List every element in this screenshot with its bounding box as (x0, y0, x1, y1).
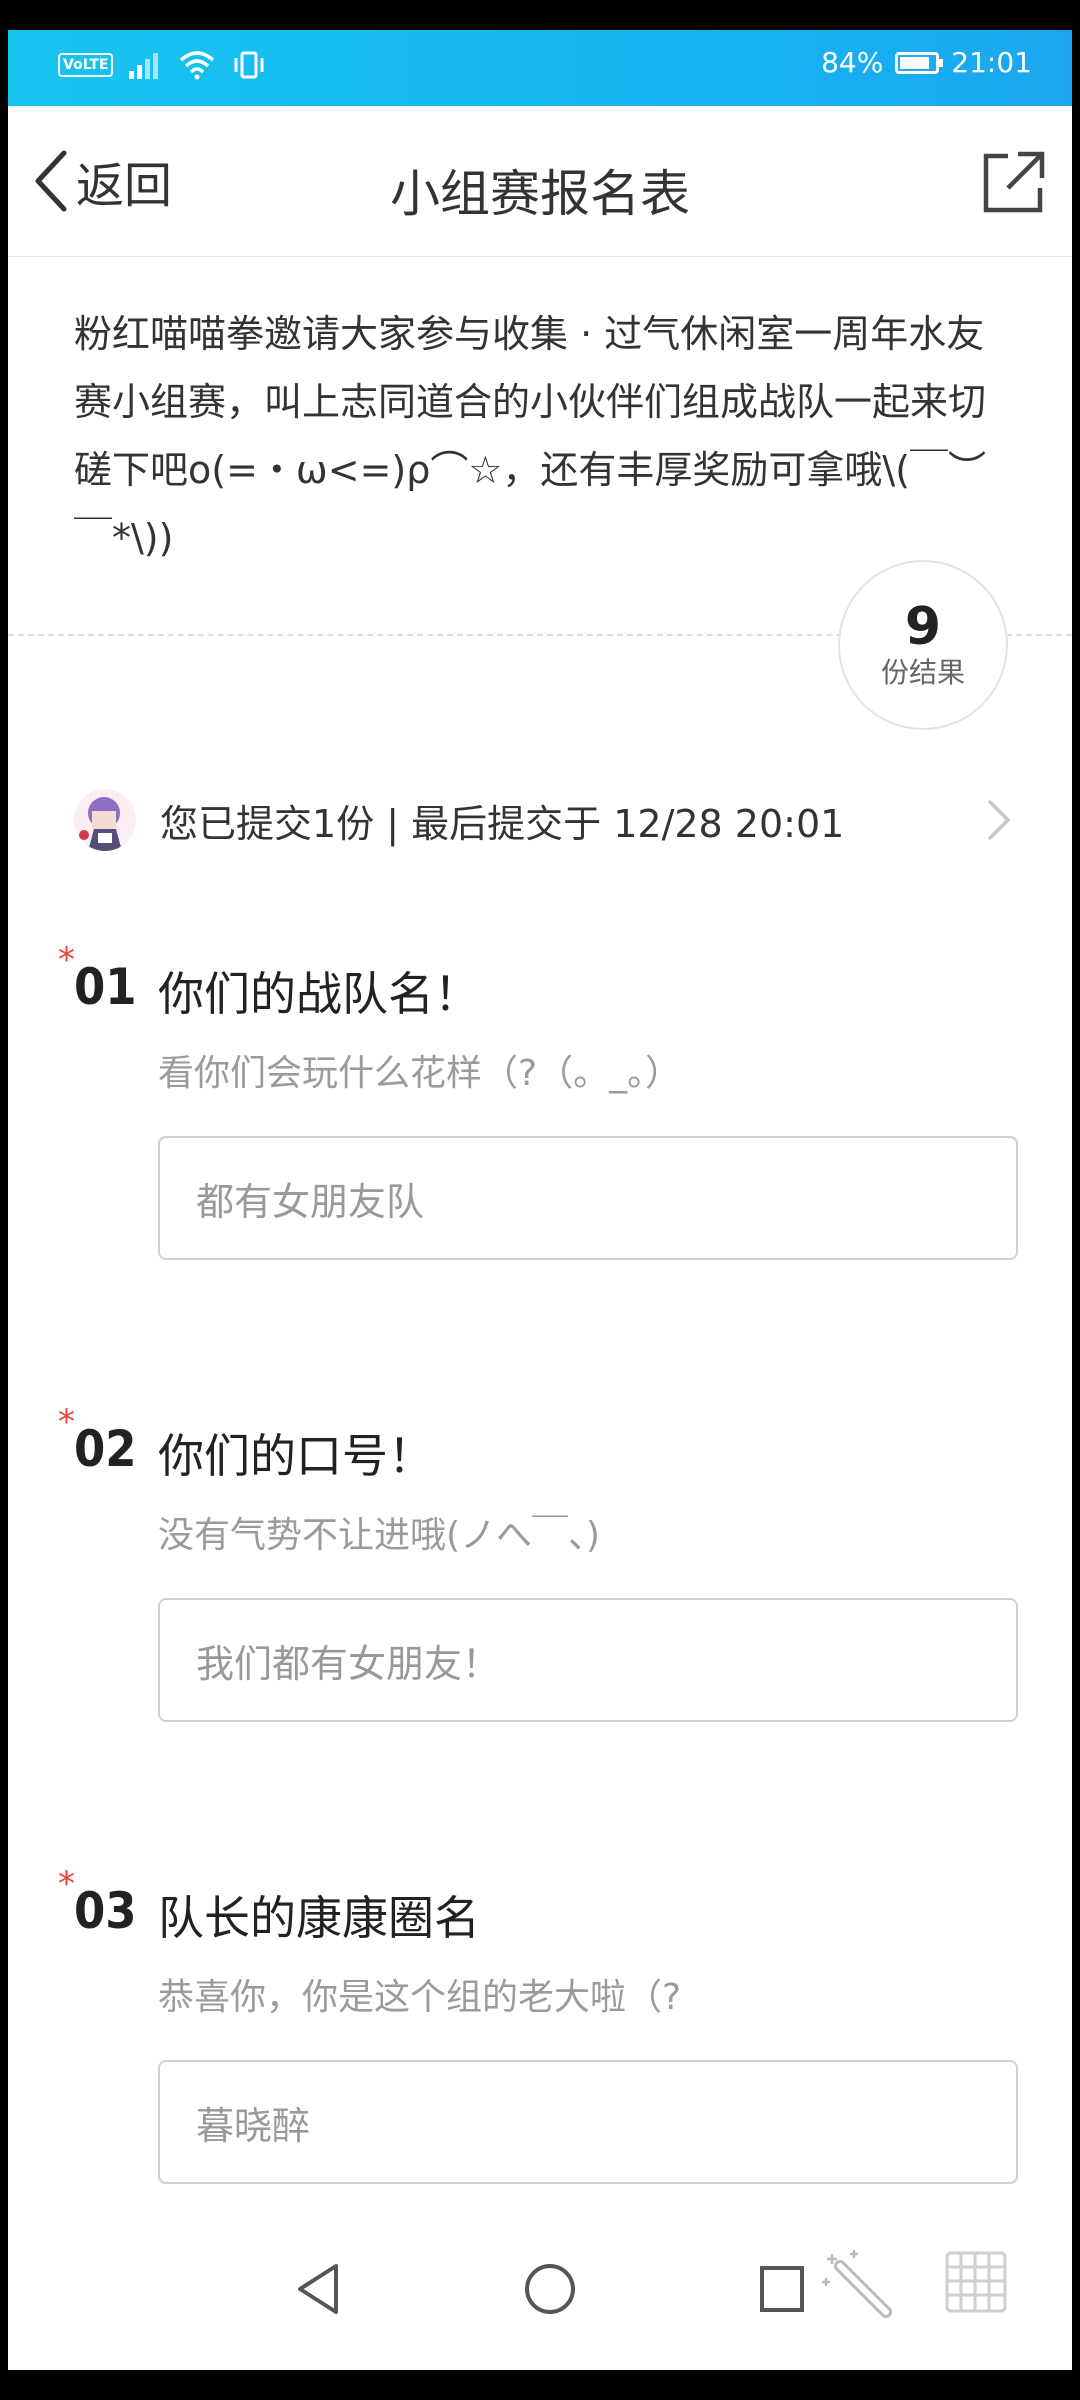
question-number: 02 (74, 1420, 137, 1478)
question-hint: 看你们会玩什么花样（?（。_。） (158, 1053, 682, 1094)
top-app-bar: 返回 小组赛报名表 (8, 106, 1072, 257)
results-count: 9 (904, 597, 942, 657)
results-label: 份结果 (880, 656, 965, 689)
chevron-right-icon (988, 800, 1011, 840)
required-mark: * (58, 940, 75, 980)
question-title: 你们的口号！ (158, 1429, 434, 1483)
question-number: 03 (74, 1882, 137, 1940)
submission-status-text: 您已提交1份 | 最后提交于 12/28 20:01 (160, 801, 845, 846)
captain-name-input[interactable]: 暮晓醉 (158, 2060, 1018, 2184)
team-name-input[interactable]: 都有女朋友队 (158, 1136, 1018, 1260)
status-right: 84% 21:01 (821, 46, 1032, 79)
share-button[interactable] (978, 148, 1048, 218)
app-screen: VoLTE 84% 21:01 返回 小组赛报名表 粉红喵喵拳邀请大家参与收集 … (8, 30, 1072, 2370)
avatar (74, 789, 136, 851)
wifi-icon (180, 51, 215, 80)
battery-fill (900, 56, 930, 69)
question-number: 01 (74, 958, 137, 1016)
required-mark: * (58, 1864, 75, 1904)
back-triangle-icon (298, 2264, 338, 2314)
external-link-icon (983, 151, 1045, 213)
question-hint: 恭喜你，你是这个组的老大啦（? (158, 1977, 682, 2018)
status-bar: VoLTE 84% 21:01 (8, 30, 1072, 106)
results-count-button[interactable]: 9 份结果 (838, 560, 1008, 730)
status-left: VoLTE (58, 50, 267, 80)
nav-wand-button[interactable] (820, 2246, 896, 2326)
battery-icon (895, 51, 944, 74)
required-mark: * (58, 1402, 75, 1442)
magic-wand-icon (822, 2250, 892, 2318)
battery-percent: 84% (821, 46, 884, 79)
form-description: 粉红喵喵拳邀请大家参与收集 · 过气休闲室一周年水友赛小组赛，叫上志同道合的小伙… (74, 312, 987, 560)
clock: 21:01 (951, 46, 1032, 79)
question-title: 队长的康康圈名 (158, 1891, 480, 1945)
vibrate-icon (234, 51, 264, 79)
submission-status-row[interactable]: 您已提交1份 | 最后提交于 12/28 20:01 (74, 784, 1014, 856)
grid-icon (945, 2251, 1007, 2313)
team-slogan-input[interactable]: 我们都有女朋友！ (158, 1598, 1018, 1722)
home-circle-icon (525, 2264, 575, 2314)
page-title: 小组赛报名表 (390, 165, 690, 223)
nav-back-button[interactable] (292, 2260, 344, 2322)
nav-home-button[interactable] (522, 2260, 578, 2322)
volte-badge: VoLTE (58, 53, 114, 77)
signal-icon (129, 53, 159, 79)
question-hint: 没有气势不让进哦(ノへ￣、) (158, 1515, 601, 1556)
system-nav-bar (8, 2210, 1072, 2370)
recents-square-icon (760, 2266, 804, 2312)
question-title: 你们的战队名！ (158, 967, 480, 1021)
nav-recents-button[interactable] (756, 2260, 808, 2322)
nav-grid-button[interactable] (944, 2250, 1008, 2318)
